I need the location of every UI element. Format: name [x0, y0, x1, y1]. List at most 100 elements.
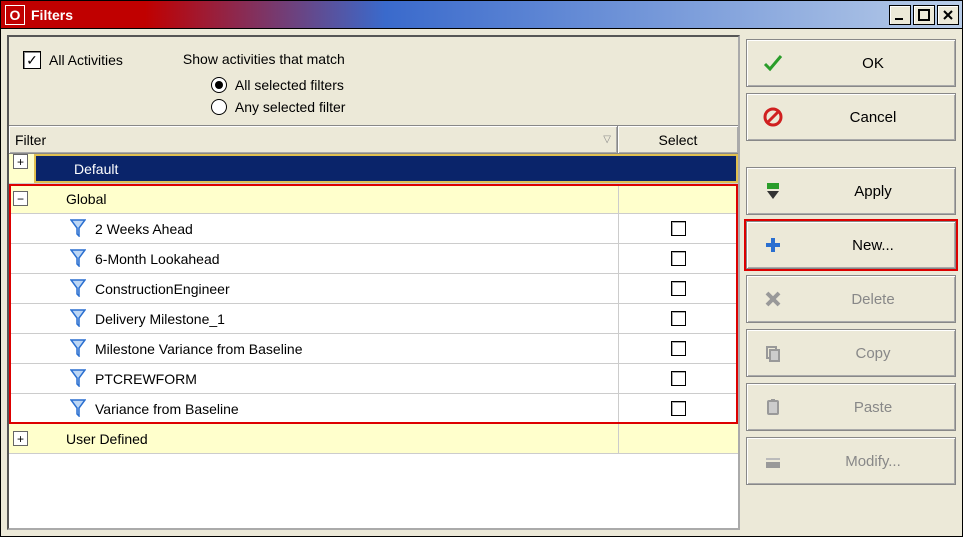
modify-icon — [761, 449, 785, 473]
cancel-icon — [761, 105, 785, 129]
modify-button[interactable]: Modify... — [746, 437, 956, 485]
group-cell[interactable]: Default — [34, 154, 738, 183]
funnel-icon — [69, 279, 87, 299]
filter-name: 6-Month Lookahead — [95, 251, 220, 267]
select-cell — [618, 274, 738, 303]
left-panel: ✓ All Activities Show activities that ma… — [7, 35, 740, 530]
filter-cell[interactable]: Variance from Baseline — [9, 394, 618, 423]
dialog-body: ✓ All Activities Show activities that ma… — [1, 29, 962, 536]
filter-name: ConstructionEngineer — [95, 281, 230, 297]
window-controls — [889, 5, 962, 25]
col-filter[interactable]: Filter ▽ — [9, 126, 618, 153]
group-row[interactable]: +User Defined — [9, 424, 738, 454]
select-checkbox[interactable] — [671, 341, 686, 356]
copy-icon — [761, 341, 785, 365]
table-header: Filter ▽ Select — [9, 126, 738, 154]
funnel-icon — [69, 369, 87, 389]
filter-table: Filter ▽ Select + Default− Global 2 Weeks A… — [9, 125, 738, 528]
match-heading: Show activities that match — [183, 51, 346, 67]
paste-button[interactable]: Paste — [746, 383, 956, 431]
apply-icon — [761, 179, 785, 203]
funnel-icon — [69, 309, 87, 329]
funnel-icon — [69, 339, 87, 359]
select-cell — [618, 214, 738, 243]
button-panel: OK Cancel Apply New... — [746, 35, 956, 530]
match-options: Show activities that match All selected … — [183, 51, 346, 115]
group-select-cell — [618, 424, 738, 453]
filter-row[interactable]: Delivery Milestone_1 — [9, 304, 738, 334]
filter-row[interactable]: Milestone Variance from Baseline — [9, 334, 738, 364]
delete-button[interactable]: Delete — [746, 275, 956, 323]
radio-all-row: All selected filters — [183, 77, 346, 93]
group-row[interactable]: + Default — [9, 154, 738, 184]
funnel-icon — [69, 399, 87, 419]
window-title: Filters — [31, 7, 73, 23]
filter-cell[interactable]: PTCREWFORM — [9, 364, 618, 393]
plus-icon — [761, 233, 785, 257]
select-cell — [618, 364, 738, 393]
filter-cell[interactable]: Milestone Variance from Baseline — [9, 334, 618, 363]
filter-row[interactable]: PTCREWFORM — [9, 364, 738, 394]
group-select-cell — [618, 184, 738, 213]
group-cell[interactable]: +User Defined — [9, 424, 618, 453]
group-row[interactable]: − Global — [9, 184, 738, 214]
filters-dialog: O Filters ✓ All Activities — [0, 0, 963, 537]
top-controls: ✓ All Activities Show activities that ma… — [9, 37, 738, 125]
all-activities-row: ✓ All Activities — [23, 51, 123, 69]
col-select[interactable]: Select — [618, 126, 738, 153]
expander-icon[interactable]: + — [13, 431, 28, 446]
filter-row[interactable]: Variance from Baseline — [9, 394, 738, 424]
filter-cell[interactable]: ConstructionEngineer — [9, 274, 618, 303]
radio-all-label: All selected filters — [235, 77, 344, 93]
filter-row[interactable]: 2 Weeks Ahead — [9, 214, 738, 244]
radio-all[interactable] — [211, 77, 227, 93]
filter-cell[interactable]: 2 Weeks Ahead — [9, 214, 618, 243]
radio-any[interactable] — [211, 99, 227, 115]
paste-icon — [761, 395, 785, 419]
filter-row[interactable]: ConstructionEngineer — [9, 274, 738, 304]
minimize-button[interactable] — [889, 5, 911, 25]
table-body: + Default− Global 2 Weeks Ahead 6-Month Look… — [9, 154, 738, 528]
group-label: Global — [60, 191, 106, 207]
ok-button[interactable]: OK — [746, 39, 956, 87]
funnel-icon — [69, 249, 87, 269]
maximize-button[interactable] — [913, 5, 935, 25]
filter-cell[interactable]: Delivery Milestone_1 — [9, 304, 618, 333]
select-checkbox[interactable] — [671, 281, 686, 296]
select-checkbox[interactable] — [671, 311, 686, 326]
group-label: Default — [36, 161, 118, 177]
close-button[interactable] — [937, 5, 959, 25]
new-button[interactable]: New... — [746, 221, 956, 269]
apply-button[interactable]: Apply — [746, 167, 956, 215]
copy-button[interactable]: Copy — [746, 329, 956, 377]
select-checkbox[interactable] — [671, 221, 686, 236]
funnel-icon — [69, 219, 87, 239]
select-cell — [618, 334, 738, 363]
all-activities-checkbox[interactable]: ✓ — [23, 51, 41, 69]
title-bar: O Filters — [1, 1, 962, 29]
filter-cell[interactable]: 6-Month Lookahead — [9, 244, 618, 273]
check-icon — [761, 51, 785, 75]
select-checkbox[interactable] — [671, 401, 686, 416]
filter-name: PTCREWFORM — [95, 371, 197, 387]
sort-indicator-icon: ▽ — [603, 134, 611, 145]
filter-row[interactable]: 6-Month Lookahead — [9, 244, 738, 274]
expander-icon[interactable]: − — [13, 191, 28, 206]
select-cell — [618, 394, 738, 423]
filter-name: Variance from Baseline — [95, 401, 239, 417]
filter-name: Milestone Variance from Baseline — [95, 341, 303, 357]
group-cell[interactable]: − Global — [9, 184, 618, 213]
select-cell — [618, 304, 738, 333]
filter-name: Delivery Milestone_1 — [95, 311, 225, 327]
filter-name: 2 Weeks Ahead — [95, 221, 193, 237]
select-cell — [618, 244, 738, 273]
radio-any-row: Any selected filter — [183, 99, 346, 115]
select-checkbox[interactable] — [671, 251, 686, 266]
delete-icon — [761, 287, 785, 311]
cancel-button[interactable]: Cancel — [746, 93, 956, 141]
expander-icon[interactable]: + — [13, 154, 28, 169]
radio-any-label: Any selected filter — [235, 99, 346, 115]
app-icon: O — [5, 5, 25, 25]
select-checkbox[interactable] — [671, 371, 686, 386]
all-activities-label: All Activities — [49, 52, 123, 68]
